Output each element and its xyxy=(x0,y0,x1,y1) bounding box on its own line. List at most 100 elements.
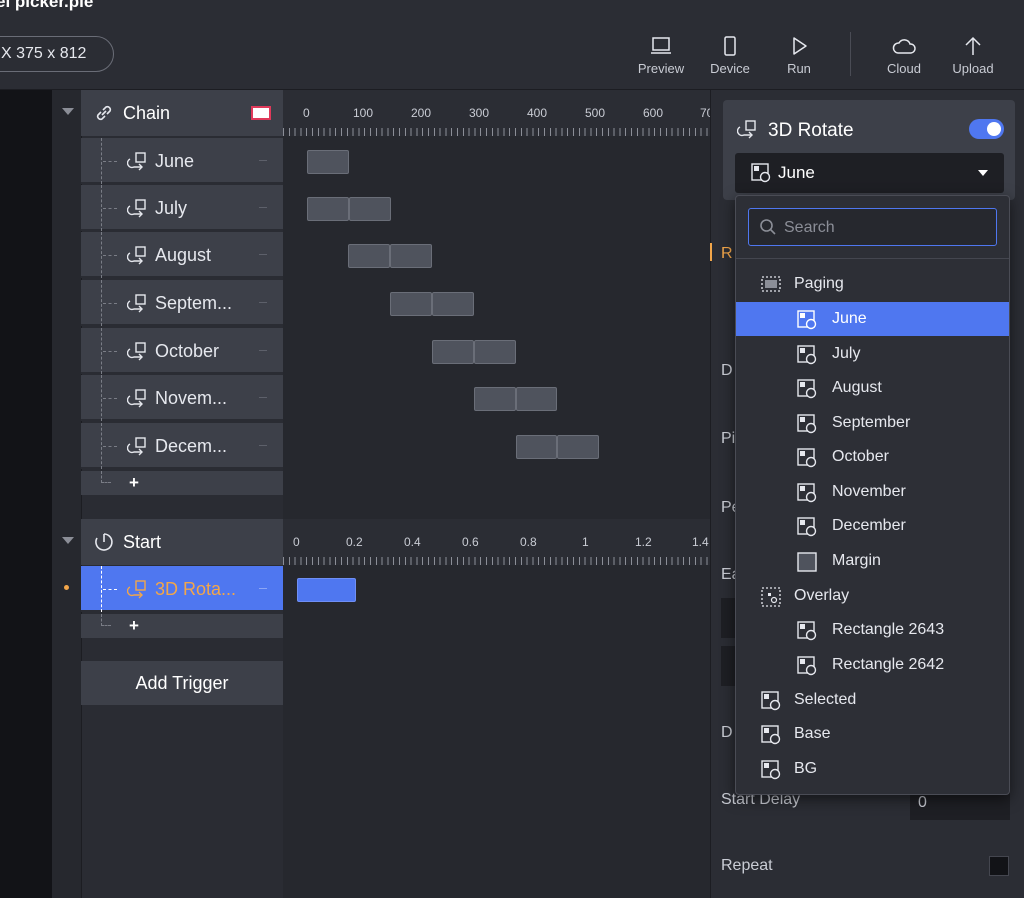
upload-button[interactable]: Upload xyxy=(943,36,1003,80)
device-button[interactable]: Device xyxy=(700,36,760,80)
minus-icon[interactable] xyxy=(259,207,267,208)
tree-line xyxy=(103,208,117,209)
dropdown-item-selected[interactable]: Selected xyxy=(736,683,1009,717)
chain-ruler: 0 100 200 300 400 500 600 70 xyxy=(283,90,713,136)
timeline-block[interactable] xyxy=(474,387,516,411)
timeline-block[interactable] xyxy=(474,340,516,364)
timeline-block[interactable] xyxy=(432,340,474,364)
chain-item-november[interactable]: Novem... xyxy=(81,375,283,421)
color-swatch[interactable] xyxy=(251,106,271,120)
dropdown-item-label: August xyxy=(832,379,882,396)
timeline-block[interactable] xyxy=(516,387,557,411)
tree-line xyxy=(101,614,111,626)
ruler-tick: 1 xyxy=(582,535,589,549)
timeline-block[interactable] xyxy=(432,292,474,316)
chevron-down-icon xyxy=(978,170,988,176)
chain-item-label: June xyxy=(155,151,195,171)
dropdown-item-july[interactable]: July xyxy=(736,337,1009,371)
dropdown-item-august[interactable]: August xyxy=(736,371,1009,405)
timeline-block[interactable] xyxy=(390,292,432,316)
tree-line xyxy=(103,303,117,304)
timeline-block-selected[interactable] xyxy=(297,578,356,602)
preview-button[interactable]: Preview xyxy=(631,36,691,80)
timeline-block[interactable] xyxy=(348,244,390,268)
timeline-block[interactable] xyxy=(516,435,557,459)
minus-icon[interactable] xyxy=(259,350,267,351)
target-layer-select[interactable] xyxy=(735,153,1004,193)
dropdown-item-bg[interactable]: BG xyxy=(736,752,1009,786)
ruler-tick: 0.6 xyxy=(462,535,479,549)
dropdown-item-june[interactable]: June xyxy=(736,302,1009,336)
start-header[interactable]: Start xyxy=(81,519,283,565)
dropdown-item-september[interactable]: September xyxy=(736,406,1009,440)
image-layer-icon xyxy=(751,163,771,183)
section-marker xyxy=(710,243,712,261)
chain-item-label: Decem... xyxy=(155,436,228,456)
chain-add-row[interactable]: + xyxy=(81,471,283,495)
chain-item-december[interactable]: Decem... xyxy=(81,423,283,469)
add-animation-button[interactable]: + xyxy=(129,473,139,493)
image-layer-icon xyxy=(761,760,781,780)
enable-toggle[interactable] xyxy=(969,119,1004,139)
dropdown-item-rectangle-2643[interactable]: Rectangle 2643 xyxy=(736,613,1009,647)
dropdown-item-october[interactable]: October xyxy=(736,440,1009,474)
tree-line xyxy=(103,589,117,590)
chain-item-august[interactable]: August xyxy=(81,232,283,278)
start-item-label: 3D Rota... xyxy=(155,579,237,599)
repeat-checkbox[interactable] xyxy=(989,856,1009,876)
image-layer-icon xyxy=(797,517,817,537)
minus-icon[interactable] xyxy=(259,445,267,446)
dropdown-item-november[interactable]: November xyxy=(736,475,1009,509)
run-button[interactable]: Run xyxy=(769,36,829,80)
minus-icon[interactable] xyxy=(259,254,267,255)
minus-icon[interactable] xyxy=(259,160,267,161)
chain-item-label: October xyxy=(155,341,220,361)
dropdown-item-paging[interactable]: Paging xyxy=(736,267,1009,301)
ruler-tick: 0.8 xyxy=(520,535,537,549)
start-ruler: 0 0.2 0.4 0.6 0.8 1 1.2 1.4 xyxy=(283,519,710,565)
timeline-block[interactable] xyxy=(307,150,349,174)
chain-item-september[interactable]: Septem... xyxy=(81,280,283,326)
laptop-icon xyxy=(651,37,671,54)
chain-item-july[interactable]: July xyxy=(81,185,283,231)
minus-icon[interactable] xyxy=(259,397,267,398)
dropdown-item-overlay[interactable]: Overlay xyxy=(736,579,1009,613)
add-trigger-button[interactable]: Add Trigger xyxy=(81,661,283,705)
start-add-row[interactable]: + xyxy=(81,614,283,638)
dropdown-item-december[interactable]: December xyxy=(736,509,1009,543)
ruler-tick: 1.4 xyxy=(692,535,709,549)
add-animation-button[interactable]: + xyxy=(129,616,139,636)
chain-item-october[interactable]: October xyxy=(81,328,283,374)
timeline-block[interactable] xyxy=(557,435,599,459)
tree-line xyxy=(103,351,117,352)
dropdown-item-label: Selected xyxy=(794,691,857,708)
side-label: Pi xyxy=(721,430,736,447)
collapse-chain-icon[interactable] xyxy=(62,108,74,115)
tree-line xyxy=(103,446,117,447)
timeline-block[interactable] xyxy=(390,244,432,268)
tree-line xyxy=(101,423,102,469)
image-layer-icon xyxy=(797,310,817,330)
dropdown-item-base[interactable]: Base xyxy=(736,717,1009,751)
chain-item-june[interactable]: June xyxy=(81,138,283,184)
start-item-3d-rotate[interactable]: 3D Rota... xyxy=(81,566,283,612)
dropdown-item-rectangle-2642[interactable]: Rectangle 2642 xyxy=(736,648,1009,682)
image-layer-icon xyxy=(797,656,817,676)
chain-header[interactable]: Chain xyxy=(81,90,283,136)
dropdown-item-label: July xyxy=(832,345,861,362)
ruler-tick: 1.2 xyxy=(635,535,652,549)
cloud-button[interactable]: Cloud xyxy=(874,36,934,80)
side-label: D xyxy=(721,724,733,741)
collapse-start-icon[interactable] xyxy=(62,537,74,544)
chain-item-label: Novem... xyxy=(155,388,228,408)
tree-line xyxy=(101,566,102,612)
panel-title: 3D Rotate xyxy=(768,120,854,141)
image-layer-icon xyxy=(797,483,817,503)
select-value: June xyxy=(778,163,815,182)
timeline-block[interactable] xyxy=(349,197,391,221)
dropdown-item-margin[interactable]: Margin xyxy=(736,544,1009,578)
minus-icon[interactable] xyxy=(259,302,267,303)
minus-icon[interactable] xyxy=(259,588,267,589)
timeline-block[interactable] xyxy=(307,197,349,221)
device-size-selector[interactable]: X 375 x 812 xyxy=(0,36,114,72)
